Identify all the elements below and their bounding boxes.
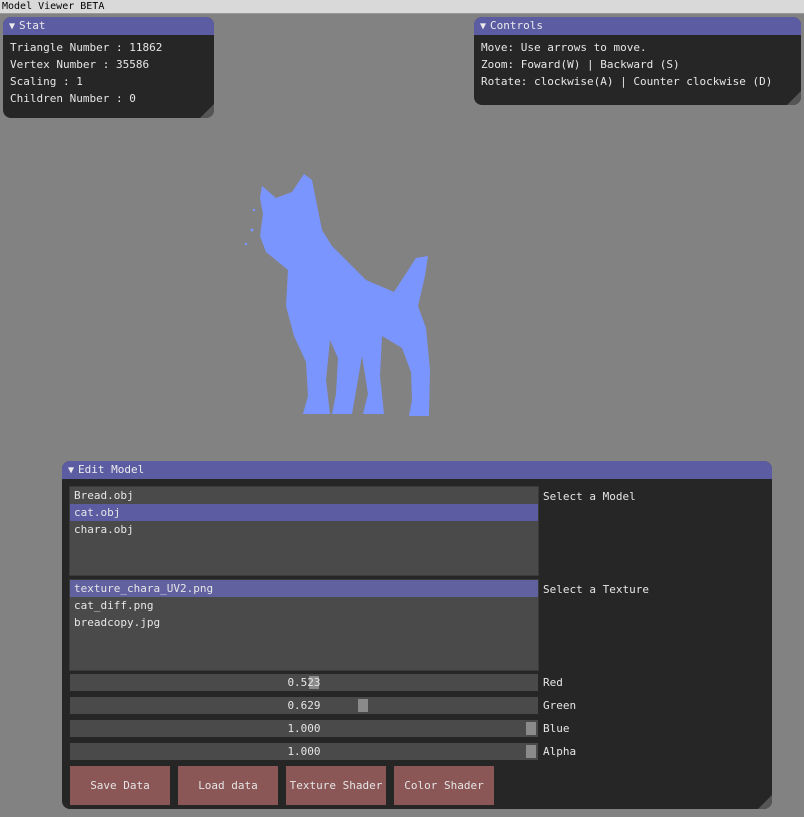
controls-move: Move: Use arrows to move. [481,41,647,54]
collapse-arrow-icon[interactable]: ▼ [480,18,486,36]
blue-label: Blue [543,722,570,735]
select-texture-label: Select a Texture [543,583,649,596]
scaling: Scaling : 1 [10,75,83,88]
texture-shader-button[interactable]: Texture Shader [286,766,386,805]
children-number: Children Number : 0 [10,92,136,105]
texture-item-cat[interactable]: cat_diff.png [70,597,538,614]
alpha-label: Alpha [543,745,577,758]
texture-item-bread[interactable]: breadcopy.jpg [70,614,538,631]
model-item-chara[interactable]: chara.obj [70,521,538,538]
model-list[interactable]: Bread.obj cat.obj chara.obj [69,486,539,576]
green-slider-knob[interactable] [357,699,368,712]
texture-list[interactable]: texture_chara_UV2.png cat_diff.png bread… [69,579,539,671]
vertex-number: Vertex Number : 35586 [10,58,150,71]
stat-title: Stat [19,19,46,32]
controls-window: ▼ Controls Move: Use arrows to move. Zoom… [474,17,801,105]
stat-header[interactable]: ▼ Stat [3,17,214,35]
edit-model-header[interactable]: ▼ Edit Model [62,461,772,479]
collapse-arrow-icon[interactable]: ▼ [9,18,15,36]
select-model-label: Select a Model [543,490,636,503]
stat-window: ▼ Stat Triangle Number : 11862 Vertex Num… [3,17,214,118]
resize-grip-icon[interactable] [758,795,772,809]
alpha-slider[interactable]: 1.000 [70,743,538,760]
controls-zoom: Zoom: Foward(W) | Backward (S) [481,58,680,71]
green-label: Green [543,699,577,712]
alpha-slider-value: 1.000 [287,745,321,758]
model-item-bread[interactable]: Bread.obj [70,487,538,504]
blue-slider-value: 1.000 [287,722,321,735]
edit-model-window: ▼ Edit Model Bread.obj cat.obj chara.obj … [62,461,772,809]
controls-title: Controls [490,19,544,32]
blue-slider[interactable]: 1.000 [70,720,538,737]
controls-header[interactable]: ▼ Controls [474,17,801,35]
resize-grip-icon[interactable] [787,91,801,105]
green-slider[interactable]: 0.629 [70,697,538,714]
save-data-button[interactable]: Save Data [70,766,170,805]
red-slider[interactable]: 0.523 [70,674,538,691]
blue-slider-knob[interactable] [526,722,536,735]
app-title: Model Viewer BETA [2,1,105,12]
color-shader-button[interactable]: Color Shader [394,766,494,805]
controls-rotate: Rotate: clockwise(A) | Counter clockwise… [481,75,773,88]
edit-model-title: Edit Model [78,463,145,476]
alpha-slider-knob[interactable] [526,745,536,758]
green-slider-value: 0.629 [287,699,321,712]
model-item-cat[interactable]: cat.obj [70,504,538,521]
collapse-arrow-icon[interactable]: ▼ [68,462,74,480]
red-slider-value: 0.523 [287,676,321,689]
cat-model [244,174,430,416]
red-label: Red [543,676,563,689]
app-title-bar: Model Viewer BETA [0,0,804,14]
triangle-number: Triangle Number : 11862 [10,41,163,54]
load-data-button[interactable]: Load data [178,766,278,805]
texture-item-chara[interactable]: texture_chara_UV2.png [70,580,538,597]
resize-grip-icon[interactable] [200,104,214,118]
